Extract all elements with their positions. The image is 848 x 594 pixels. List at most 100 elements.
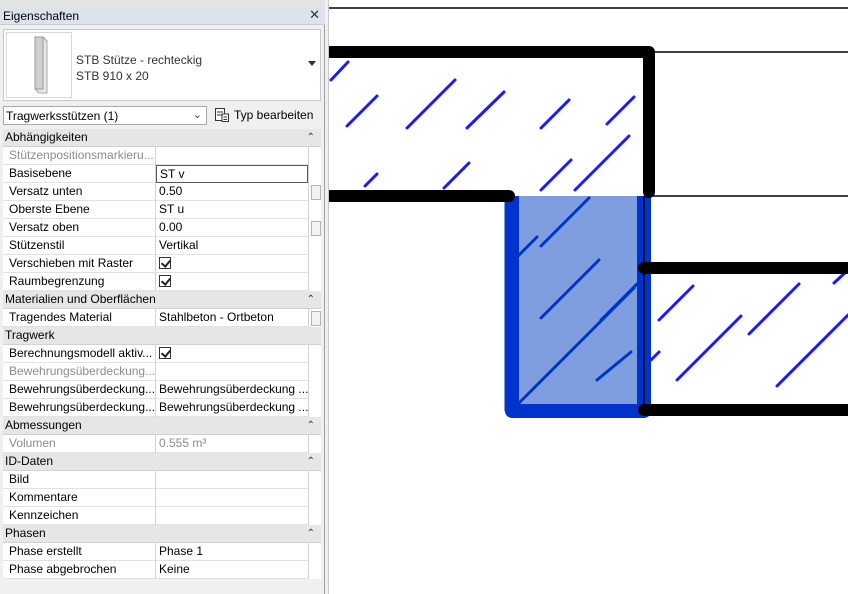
property-row: Bewehrungsüberdeckung...	[3, 363, 321, 381]
scrollbar-track[interactable]	[308, 237, 321, 255]
scrollbar-track[interactable]	[308, 165, 321, 183]
scrollbar-track[interactable]	[308, 147, 321, 165]
property-row: Kommentare	[3, 489, 321, 507]
property-label: Bild	[3, 471, 156, 489]
base-level-field[interactable]: ST v	[156, 165, 308, 183]
property-label: Oberste Ebene	[3, 201, 156, 219]
moves-with-grid-checkbox[interactable]	[159, 257, 171, 269]
group-header-identity[interactable]: ID-Daten ⌃	[3, 453, 321, 471]
property-label: Verschieben mit Raster	[3, 255, 156, 273]
drawing-canvas[interactable]	[329, 0, 848, 594]
scrollbar-thumb[interactable]	[308, 219, 321, 237]
rebar-cover-field[interactable]: Bewehrungsüberdeckung ...	[156, 399, 308, 417]
property-row: Basisebene ST v	[3, 165, 321, 183]
collapse-icon[interactable]: ⌃	[307, 417, 315, 434]
room-bounding-checkbox[interactable]	[159, 275, 171, 287]
group-header-constraints[interactable]: Abhängigkeiten ⌃	[3, 129, 321, 147]
rebar-cover-field[interactable]: Bewehrungsüberdeckung ...	[156, 381, 308, 399]
scrollbar-track[interactable]	[308, 201, 321, 219]
scrollbar-track[interactable]	[308, 273, 321, 291]
property-row: Tragendes Material Stahlbeton - Ortbeton	[3, 309, 321, 327]
scrollbar-track[interactable]	[308, 543, 321, 561]
scrollbar-track[interactable]	[308, 381, 321, 399]
group-label: ID-Daten	[5, 454, 54, 468]
property-row: Berechnungsmodell aktiv...	[3, 345, 321, 363]
group-header-dimensions[interactable]: Abmessungen ⌃	[3, 417, 321, 435]
upper-slab-outline	[329, 46, 655, 198]
edit-type-icon	[215, 108, 229, 122]
material-browse-button[interactable]	[308, 309, 321, 327]
chevron-down-icon[interactable]: ⌄	[193, 108, 202, 121]
property-row: Bild	[3, 471, 321, 489]
lower-slab-hatch	[649, 268, 848, 388]
property-label: Stützenstil	[3, 237, 156, 255]
type-selector[interactable]: STB Stütze - rechteckig STB 910 x 20	[3, 29, 321, 101]
property-row: Bewehrungsüberdeckung... Bewehrungsüberd…	[3, 381, 321, 399]
property-value	[156, 363, 308, 381]
top-strip	[0, 0, 325, 7]
group-header-structural[interactable]: Tragwerk	[3, 327, 321, 345]
property-label: Berechnungsmodell aktiv...	[3, 345, 156, 363]
collapse-icon[interactable]: ⌃	[307, 129, 315, 146]
group-header-phasing[interactable]: Phasen ⌃	[3, 525, 321, 543]
property-label: Raumbegrenzung	[3, 273, 156, 291]
structural-material-field[interactable]: Stahlbeton - Ortbeton	[156, 309, 308, 327]
property-value	[156, 273, 308, 291]
property-row: Volumen 0.555 m³	[3, 435, 321, 453]
property-row: Stützenpositionsmarkieru...	[3, 147, 321, 165]
column-preview-icon	[6, 32, 72, 98]
scrollbar-track[interactable]	[308, 345, 321, 363]
property-label: Tragendes Material	[3, 309, 156, 327]
edit-type-label: Typ bearbeiten	[234, 108, 314, 122]
property-label: Bewehrungsüberdeckung...	[3, 381, 156, 399]
property-row: Verschieben mit Raster	[3, 255, 321, 273]
type-family-name: STB Stütze - rechteckig	[76, 53, 203, 67]
scrollbar-track[interactable]	[308, 363, 321, 381]
edit-type-button[interactable]: Typ bearbeiten	[212, 105, 315, 126]
scrollbar-thumb[interactable]	[308, 183, 321, 201]
scrollbar-track[interactable]	[308, 471, 321, 489]
property-label: Kommentare	[3, 489, 156, 507]
collapse-icon[interactable]: ⌃	[307, 525, 315, 542]
scrollbar-track[interactable]	[308, 255, 321, 273]
column-style-field[interactable]: Vertikal	[156, 237, 308, 255]
instance-filter-dropdown[interactable]: Tragwerksstützen (1) ⌄	[3, 106, 207, 125]
scrollbar-track[interactable]	[308, 507, 321, 525]
scrollbar-track[interactable]	[308, 561, 321, 579]
property-label: Versatz oben	[3, 219, 156, 237]
property-grid: Abhängigkeiten ⌃ Stützenpositionsmarkier…	[3, 129, 321, 579]
property-row: Oberste Ebene ST u	[3, 201, 321, 219]
type-dropdown-arrow-icon[interactable]	[308, 61, 316, 66]
collapse-icon[interactable]: ⌃	[307, 453, 315, 470]
collapse-icon[interactable]: ⌃	[307, 291, 315, 308]
group-label: Phasen	[5, 526, 46, 540]
filter-value: Tragwerksstützen (1)	[6, 109, 119, 123]
scrollbar-track[interactable]	[308, 489, 321, 507]
property-label: Phase abgebrochen	[3, 561, 156, 579]
phase-created-field[interactable]: Phase 1	[156, 543, 308, 561]
property-value	[156, 255, 308, 273]
base-offset-field[interactable]: 0.50	[156, 183, 308, 201]
property-row: Raumbegrenzung	[3, 273, 321, 291]
property-label: Versatz unten	[3, 183, 156, 201]
phase-demolished-field[interactable]: Keine	[156, 561, 308, 579]
property-label: Bewehrungsüberdeckung...	[3, 363, 156, 381]
property-label: Stützenpositionsmarkieru...	[3, 147, 156, 165]
image-field[interactable]	[156, 471, 308, 489]
close-icon[interactable]: ✕	[309, 7, 320, 23]
panel-title: Eigenschaften	[3, 9, 80, 23]
property-row: Bewehrungsüberdeckung... Bewehrungsüberd…	[3, 399, 321, 417]
selected-column[interactable]	[504, 196, 644, 411]
scrollbar-track[interactable]	[308, 399, 321, 417]
top-offset-field[interactable]: 0.00	[156, 219, 308, 237]
property-label: Bewehrungsüberdeckung...	[3, 399, 156, 417]
property-row: Versatz oben 0.00	[3, 219, 321, 237]
scrollbar-track[interactable]	[308, 435, 321, 453]
group-header-materials[interactable]: Materialien und Oberflächen ⌃	[3, 291, 321, 309]
comments-field[interactable]	[156, 489, 308, 507]
type-name: STB 910 x 20	[76, 69, 149, 83]
top-level-field[interactable]: ST u	[156, 201, 308, 219]
mark-field[interactable]	[156, 507, 308, 525]
analytical-model-checkbox[interactable]	[159, 347, 171, 359]
property-label: Basisebene	[3, 165, 156, 183]
